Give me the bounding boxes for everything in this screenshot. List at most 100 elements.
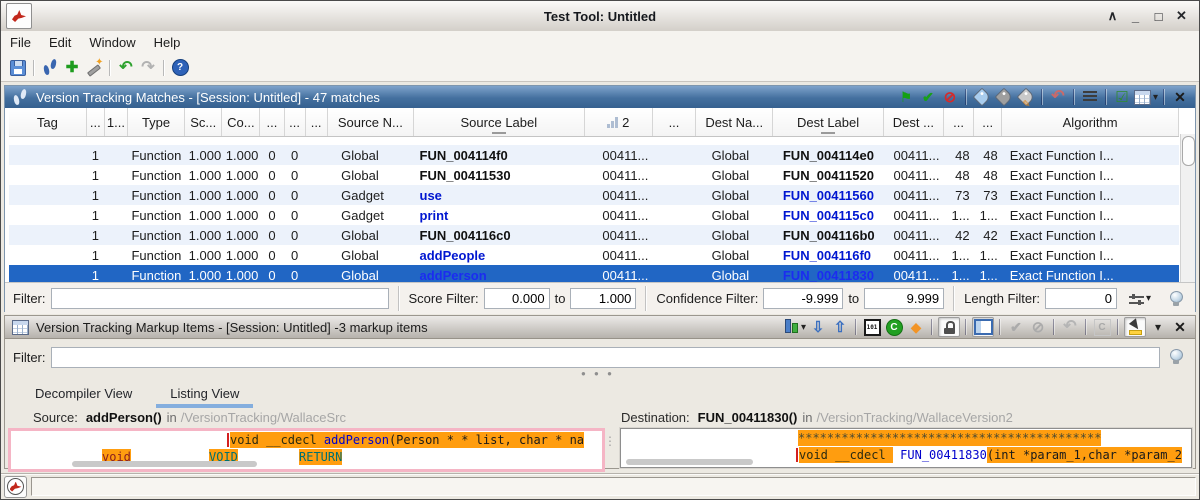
in-label: in [802, 410, 812, 425]
column-header-source-label[interactable]: Source Label [414, 108, 585, 137]
column-header-dest-namespace[interactable]: Dest Na... [696, 108, 773, 137]
column-header-source-address[interactable]: 2 [584, 108, 652, 137]
undo-markup-icon[interactable]: ↶ [1060, 317, 1080, 337]
apply-markup-icon[interactable]: ✔ [1006, 317, 1026, 337]
table-row[interactable]: 1Function1.0001.00000GlobalFUN_004115300… [9, 165, 1179, 185]
column-header-source-namespace[interactable]: Source N... [327, 108, 413, 137]
close-panel-icon[interactable]: ✕ [1170, 87, 1190, 107]
footprints-icon[interactable] [40, 58, 60, 78]
table-options-icon[interactable]: ▾ [1134, 87, 1158, 107]
column-header-len1[interactable]: ... [944, 108, 974, 137]
cell-dest-namespace: Global [696, 185, 773, 205]
select-rows-icon[interactable]: ☑ [1112, 87, 1132, 107]
tab-listing-view[interactable]: Listing View [170, 386, 239, 401]
binary-icon[interactable]: 101 [862, 317, 882, 337]
column-header-confidence[interactable]: Co... [222, 108, 260, 137]
column-header-dots3[interactable]: ... [284, 108, 305, 137]
tag-gray-icon[interactable] [994, 87, 1014, 107]
destination-listing-panel[interactable]: ****************************************… [620, 428, 1192, 468]
score-from-input[interactable] [484, 288, 550, 309]
cell-dots1: 1 [86, 145, 104, 165]
column-header-dots5[interactable]: ... [652, 108, 695, 137]
score-to-input[interactable] [570, 288, 636, 309]
wand-icon[interactable] [84, 58, 104, 78]
filter-options-icon[interactable]: ▾ [1129, 289, 1151, 309]
menu-help[interactable]: Help [145, 33, 190, 52]
c-source-icon[interactable]: C [884, 317, 904, 337]
column-header-dest-address[interactable]: Dest ... [883, 108, 943, 137]
add-to-session-icon[interactable]: ✚ [62, 58, 82, 78]
column-header-score[interactable]: Sc... [185, 108, 222, 137]
splitter-handle[interactable] [581, 369, 615, 378]
table-row[interactable]: 1Function1.0001.00000Gadgetuse00411...Gl… [9, 185, 1179, 205]
undo-match-icon[interactable]: ↶ [1048, 87, 1068, 107]
minimize-button[interactable]: _ [1124, 9, 1147, 24]
markup-status-icon[interactable]: ▾ [784, 317, 806, 337]
cursor-highlight-icon[interactable] [1124, 317, 1146, 337]
code-token: FUN_00411830 [900, 447, 987, 463]
diamond-icon[interactable]: ◆ [906, 317, 926, 337]
c-gray-icon[interactable]: C [1092, 317, 1112, 337]
accept-match-icon[interactable]: ✔ [918, 87, 938, 107]
dual-pane-icon[interactable] [972, 317, 994, 337]
column-header-dest-label[interactable]: Dest Label [773, 108, 883, 137]
help-icon[interactable]: ? [170, 58, 190, 78]
column-header-type[interactable]: Type [127, 108, 184, 137]
horizontal-scrollbar-thumb[interactable] [626, 459, 753, 465]
redo-icon[interactable]: ↷ [138, 58, 158, 78]
tab-decompiler-view[interactable]: Decompiler View [35, 386, 132, 401]
maximize-button[interactable]: □ [1147, 9, 1170, 24]
save-icon[interactable] [8, 58, 28, 78]
lock-icon[interactable] [938, 317, 960, 337]
matches-filter-input[interactable] [51, 288, 389, 309]
ghidra-logo-button[interactable] [4, 476, 27, 498]
cell-one [104, 245, 127, 265]
length-filter-input[interactable] [1045, 288, 1117, 309]
filter-bulb-icon[interactable] [1166, 347, 1186, 367]
tag-icon [973, 88, 992, 107]
table-row[interactable]: 1Function1.0001.00000GlobaladdPerson0041… [9, 265, 1179, 282]
column-header-dots2[interactable]: ... [260, 108, 284, 137]
table-row[interactable]: 1Function1.0001.00000GlobalFUN_004116c00… [9, 225, 1179, 245]
close-button[interactable]: ✕ [1170, 8, 1193, 24]
apply-markup-prev-icon[interactable]: ⇧ [830, 317, 850, 337]
close-panel-icon[interactable]: ✕ [1170, 317, 1190, 337]
reject-match-icon[interactable]: ⊘ [940, 87, 960, 107]
table-menu-icon[interactable] [1080, 87, 1100, 107]
column-header-tag[interactable]: Tag [9, 108, 86, 137]
markup-filter-input[interactable] [51, 347, 1161, 368]
column-header-dots1[interactable]: ... [86, 108, 104, 137]
cell-confidence: 1.000 [222, 245, 260, 265]
scrollbar-thumb[interactable] [1182, 136, 1195, 166]
confidence-to-input[interactable] [864, 288, 944, 309]
vertical-scrollbar[interactable] [1180, 134, 1195, 282]
column-header-dots4[interactable]: ... [305, 108, 327, 137]
menu-edit[interactable]: Edit [40, 33, 80, 52]
column-header-len2[interactable]: ... [974, 108, 1002, 137]
column-header-one[interactable]: 1... [104, 108, 127, 137]
table-row[interactable]: 1Function1.0001.00000GlobaladdPeople0041… [9, 245, 1179, 265]
source-listing-panel[interactable]: void __cdecl addPerson(Person * * list, … [8, 428, 605, 472]
horizontal-scrollbar-thumb[interactable] [72, 461, 257, 467]
column-header-algorithm[interactable]: Algorithm [1002, 108, 1179, 137]
dont-apply-markup-icon[interactable]: ⊘ [1028, 317, 1048, 337]
table-row[interactable]: 1Function1.0001.00000GlobalFUN_004114f00… [9, 145, 1179, 165]
menu-window[interactable]: Window [80, 33, 144, 52]
filter-label: Filter: [13, 291, 46, 306]
apply-markup-next-icon[interactable]: ⇩ [808, 317, 828, 337]
dropdown-caret-icon[interactable]: ▾ [1148, 317, 1168, 337]
menu-file[interactable]: File [1, 33, 40, 52]
c-source-icon: C [886, 319, 903, 336]
tag-edit-icon[interactable] [1016, 87, 1036, 107]
listing-splitter-handle[interactable] [604, 434, 616, 448]
cell-dots4 [305, 185, 327, 205]
flag-icon[interactable]: ⚑ [896, 87, 916, 107]
filter-bulb-icon[interactable] [1166, 289, 1186, 309]
table-row[interactable]: 1Function1.0001.00000Gadgetprint00411...… [9, 205, 1179, 225]
tag-icon[interactable] [972, 87, 992, 107]
cell-dest-namespace: Global [696, 245, 773, 265]
confidence-from-input[interactable] [763, 288, 843, 309]
cell-tag [9, 185, 86, 205]
shade-button[interactable]: ∧ [1101, 8, 1124, 24]
undo-icon[interactable]: ↶ [116, 58, 136, 78]
